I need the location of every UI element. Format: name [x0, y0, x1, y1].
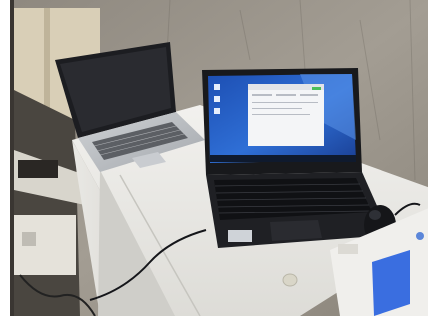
left-frame-border: [0, 0, 10, 316]
panel-stripe: [44, 8, 50, 120]
app-green-button: [312, 87, 321, 90]
cabinet-knob: [282, 273, 298, 287]
app-icon: [214, 96, 220, 102]
right-frame-border: [428, 0, 436, 316]
dark-laptop-touchpad: [270, 220, 322, 241]
mouse-highlight: [369, 210, 381, 220]
rack-outlet: [22, 232, 36, 246]
device-button: [416, 232, 424, 240]
rack-device: [18, 160, 58, 178]
equipment-rack: [14, 90, 80, 316]
taskbar: [210, 155, 356, 162]
device-label: [338, 244, 358, 254]
app-icon: [214, 108, 220, 114]
app-icon: [214, 84, 220, 90]
photo: [0, 0, 436, 316]
dark-laptop-sticker: [228, 230, 252, 242]
